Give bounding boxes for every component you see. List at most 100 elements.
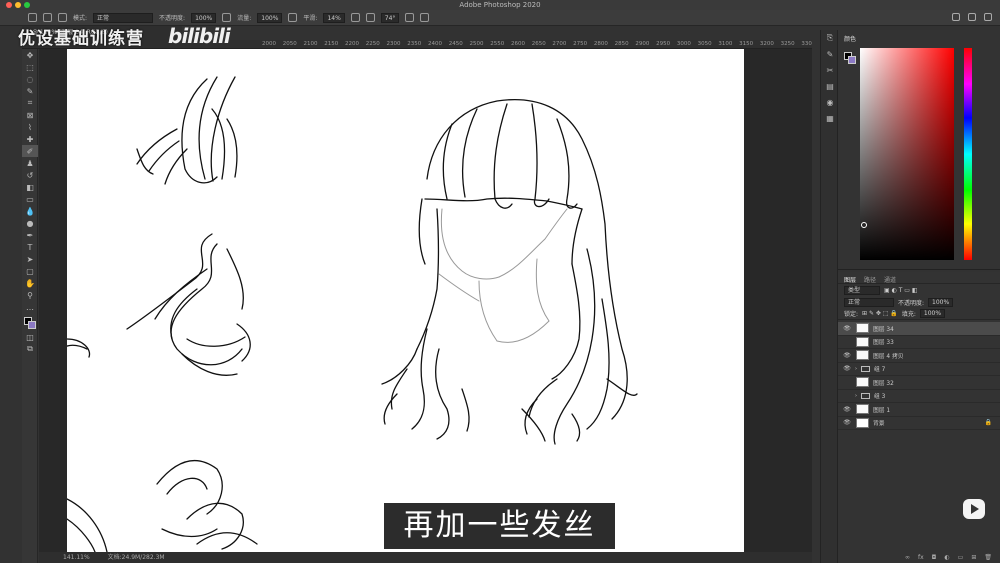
layer-row[interactable]: 图层 32: [838, 376, 1000, 390]
visibility-eye-icon[interactable]: 👁: [842, 365, 852, 372]
adjustment-layer-icon[interactable]: ◐: [944, 554, 949, 561]
hair-sketch-artwork: [67, 76, 638, 552]
color-picker-cursor[interactable]: [861, 222, 867, 228]
pen-tool-icon[interactable]: ✒: [22, 229, 38, 241]
color-panel-bg-swatch[interactable]: [848, 56, 856, 64]
adjustments-panel-icon[interactable]: ▤: [821, 78, 839, 94]
search-icon[interactable]: [952, 13, 960, 21]
angle-input[interactable]: 74°: [380, 12, 400, 23]
pressure-size-icon[interactable]: [405, 13, 415, 22]
pressure-opacity-icon[interactable]: [222, 13, 232, 22]
layer-thumbnail: [856, 404, 869, 415]
layer-row[interactable]: 图层 33: [838, 336, 1000, 349]
layer-thumbnail: [856, 350, 869, 361]
watermark-text: 优设基础训练营: [18, 29, 144, 49]
gradient-tool-icon[interactable]: ▭: [22, 193, 38, 205]
visibility-eye-icon[interactable]: 👁: [842, 406, 852, 413]
layer-row[interactable]: 👁 图层 4 拷贝: [838, 349, 1000, 363]
eraser-tool-icon[interactable]: ◧: [22, 181, 38, 193]
smooth-input[interactable]: 14%: [323, 12, 345, 23]
marquee-tool-icon[interactable]: ⬚: [22, 61, 38, 73]
fx-icon[interactable]: fx: [918, 554, 924, 561]
dodge-tool-icon[interactable]: ●: [22, 217, 38, 229]
tool-presets-panel-icon[interactable]: ✂: [821, 62, 839, 78]
zoom-readout[interactable]: 141.11%: [63, 554, 90, 561]
folder-icon: [861, 365, 870, 372]
frame-tool-icon[interactable]: ⊠: [22, 109, 38, 121]
maximize-window-button[interactable]: [24, 2, 30, 8]
hue-slider[interactable]: [964, 48, 972, 260]
blur-tool-icon[interactable]: 💧: [22, 205, 38, 217]
brush-settings-panel-icon[interactable]: ✎: [821, 46, 839, 62]
path-select-tool-icon[interactable]: ➤: [22, 253, 38, 265]
stamp-tool-icon[interactable]: ♟: [22, 157, 38, 169]
quick-select-tool-icon[interactable]: ✎: [22, 85, 38, 97]
document-canvas[interactable]: [67, 49, 744, 552]
mode-select[interactable]: 正常: [93, 12, 154, 23]
background-color-swatch[interactable]: [28, 321, 36, 329]
shape-tool-icon[interactable]: ▢: [22, 265, 38, 277]
lasso-tool-icon[interactable]: ◌: [22, 73, 38, 85]
healing-tool-icon[interactable]: ✚: [22, 133, 38, 145]
new-layer-icon[interactable]: ⊞: [971, 554, 976, 561]
properties-panel-icon[interactable]: ◉: [821, 94, 839, 110]
visibility-eye-icon[interactable]: 👁: [842, 352, 852, 359]
layer-row[interactable]: 👁 图层 34: [838, 322, 1000, 336]
history-panel-icon[interactable]: ⎘: [821, 30, 839, 46]
airbrush-icon[interactable]: [288, 13, 298, 22]
tab-paths[interactable]: 路径: [864, 275, 876, 284]
chevron-right-icon[interactable]: ›: [855, 366, 857, 372]
group-row[interactable]: › 组 3: [838, 390, 1000, 403]
move-tool-icon[interactable]: ✥: [22, 49, 38, 61]
libraries-panel-icon[interactable]: ▦: [821, 110, 839, 126]
flow-input[interactable]: 100%: [257, 12, 283, 23]
canvas-area[interactable]: [39, 49, 812, 552]
visibility-eye-icon[interactable]: 👁: [842, 325, 852, 332]
new-group-icon[interactable]: ▭: [958, 554, 964, 561]
tab-layers[interactable]: 图层: [844, 275, 856, 284]
smoothing-options-icon[interactable]: [350, 13, 360, 22]
color-panel: 颜色: [838, 30, 1000, 270]
tab-channels[interactable]: 通道: [884, 275, 896, 284]
filter-icons[interactable]: ▣ ◐ T ▭ ◧: [884, 287, 918, 294]
add-mask-icon[interactable]: ◘: [932, 554, 937, 561]
brush-settings-icon[interactable]: [58, 13, 67, 22]
color-picker-field[interactable]: [860, 48, 954, 260]
brush-preset-icon[interactable]: [43, 13, 52, 22]
color-panel-tab[interactable]: 颜色: [838, 30, 1000, 47]
opacity-input[interactable]: 100%: [191, 12, 217, 23]
blend-mode-select[interactable]: 正常: [844, 297, 894, 307]
brush-tool-icon[interactable]: ✐: [22, 145, 38, 157]
fill-label: 填充:: [901, 311, 916, 318]
symmetry-icon[interactable]: [420, 13, 430, 22]
layer-filter-select[interactable]: 类型: [844, 285, 880, 295]
play-icon[interactable]: [963, 499, 985, 519]
quick-mask-icon[interactable]: ◫: [22, 331, 38, 343]
hand-tool-icon[interactable]: ✋: [22, 277, 38, 289]
link-layers-icon[interactable]: ∞: [905, 554, 910, 561]
layer-opacity-input[interactable]: 100%: [928, 297, 954, 307]
layer-row[interactable]: 👁 背景 🔒: [838, 417, 1000, 430]
history-brush-tool-icon[interactable]: ↺: [22, 169, 38, 181]
type-tool-icon[interactable]: T: [22, 241, 38, 253]
panel-icon-strip: ⎘ ✎ ✂ ▤ ◉ ▦: [820, 30, 838, 563]
crop-tool-icon[interactable]: ⌗: [22, 97, 38, 109]
trash-icon[interactable]: 🗑: [984, 554, 992, 561]
fill-input[interactable]: 100%: [919, 309, 946, 318]
more-tools-icon[interactable]: …: [22, 301, 38, 313]
eyedropper-tool-icon[interactable]: ⌇: [22, 121, 38, 133]
visibility-eye-icon[interactable]: 👁: [842, 419, 852, 426]
color-swatches[interactable]: [22, 315, 38, 331]
lock-icon[interactable]: 🔒: [985, 419, 992, 426]
share-icon[interactable]: [984, 13, 992, 21]
close-window-button[interactable]: [6, 2, 12, 8]
minimize-window-button[interactable]: [15, 2, 21, 8]
chevron-right-icon[interactable]: ›: [855, 393, 857, 399]
home-icon[interactable]: [28, 13, 37, 22]
screen-mode-icon[interactable]: ⧉: [22, 343, 38, 355]
group-row[interactable]: 👁 › 组 7: [838, 363, 1000, 376]
workspace-icon[interactable]: [968, 13, 976, 21]
layer-row[interactable]: 👁 图层 1: [838, 403, 1000, 417]
zoom-tool-icon[interactable]: ⚲: [22, 289, 38, 301]
lock-icons[interactable]: ⊞ ✎ ✥ ⬚ 🔒: [862, 310, 898, 317]
